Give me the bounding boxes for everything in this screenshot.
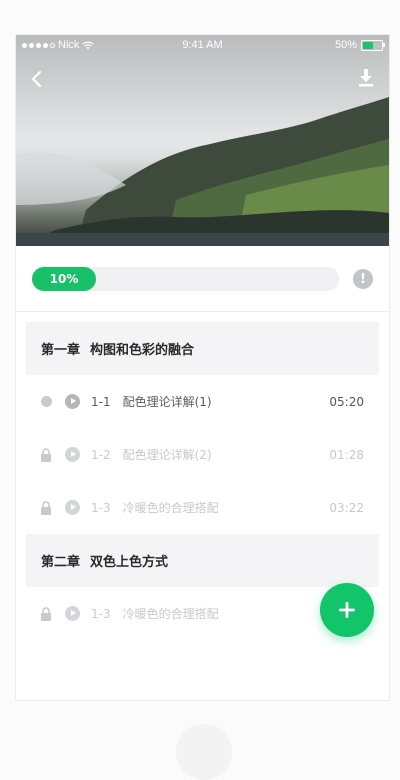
lesson-item[interactable]: 1-1 配色理论详解(1) 05:20	[26, 375, 379, 428]
lock-icon	[40, 606, 52, 621]
chevron-left-icon	[31, 70, 42, 88]
chapter-header: 第一章 构图和色彩的融合	[26, 322, 379, 375]
lesson-title: 配色理论详解(2)	[122, 448, 212, 462]
lesson-duration: 03:22	[329, 500, 364, 515]
progress-label: 10%	[49, 272, 79, 286]
lesson-code: 1-1	[91, 394, 111, 409]
play-icon	[65, 394, 80, 409]
back-button[interactable]	[28, 67, 48, 91]
lesson-code: 1-3	[91, 500, 111, 515]
lesson-title: 冷暖色的合理搭配	[122, 501, 219, 515]
progress-dot-icon	[40, 395, 52, 409]
home-button[interactable]	[176, 724, 232, 780]
play-icon	[65, 500, 80, 515]
app-screen: Nick 9:41 AM 50% 10% ! 第一章 构图和色彩的融合 1-1 …	[16, 35, 389, 700]
chapter-number: 第二章	[41, 555, 81, 570]
lesson-item[interactable]: 1-2 配色理论详解(2) 01:28	[26, 428, 379, 481]
chapter-header: 第二章 双色上色方式	[26, 534, 379, 587]
lesson-title: 配色理论详解(1)	[122, 395, 212, 409]
lesson-title: 冷暖色的合理搭配	[122, 607, 219, 621]
lesson-code: 1-3	[91, 606, 111, 621]
status-time: 9:41 AM	[182, 39, 223, 51]
download-icon	[359, 69, 373, 87]
lesson-duration: 01:28	[329, 447, 364, 462]
lesson-duration: 05:20	[329, 394, 364, 409]
status-bar: Nick 9:41 AM 50%	[16, 35, 389, 57]
mountain-lake-image	[16, 35, 389, 246]
add-button[interactable]	[320, 583, 374, 637]
download-button[interactable]	[357, 67, 375, 89]
info-icon[interactable]: !	[353, 269, 373, 289]
lock-icon	[40, 500, 52, 515]
course-cover-image: Nick 9:41 AM 50%	[16, 35, 389, 246]
play-icon	[65, 606, 80, 621]
progress-fill: 10%	[32, 267, 96, 291]
course-progress: 10% !	[32, 267, 377, 291]
plus-icon	[339, 602, 355, 618]
lock-icon	[40, 447, 52, 462]
chapter-number: 第一章	[41, 343, 81, 358]
chapter-title: 双色上色方式	[90, 555, 169, 570]
lesson-item[interactable]: 1-3 冷暖色的合理搭配 03:22	[26, 481, 379, 534]
battery-icon	[361, 39, 385, 51]
lesson-code: 1-2	[91, 447, 111, 462]
divider	[16, 311, 389, 312]
chapter-title: 构图和色彩的融合	[90, 343, 195, 358]
play-icon	[65, 447, 80, 462]
battery-percent: 50%	[334, 39, 357, 51]
